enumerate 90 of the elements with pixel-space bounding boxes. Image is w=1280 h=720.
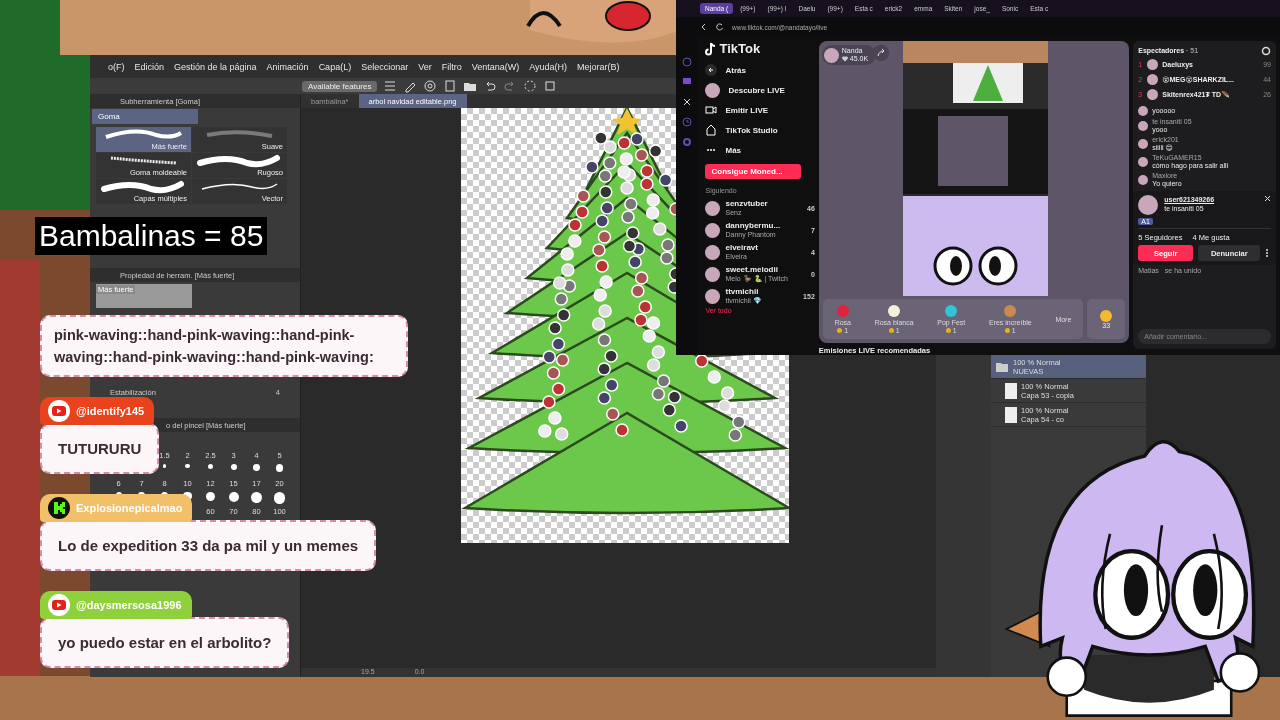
- chat-username: Explosionepicalmao: [76, 502, 183, 514]
- video-play-logo-icon: [48, 594, 70, 616]
- avatar: [705, 82, 721, 98]
- account-name[interactable]: senzvtuber: [725, 199, 802, 208]
- layer-thumbnail: [1005, 382, 1017, 399]
- brush-dot-icon: [228, 492, 239, 502]
- menu-item[interactable]: Capa(L): [318, 61, 352, 72]
- menu-item[interactable]: Ver: [418, 61, 432, 72]
- menu-item[interactable]: Gestión de la página: [174, 61, 257, 72]
- music-note-logo-icon: [705, 41, 718, 56]
- gift-icon[interactable]: [944, 304, 959, 318]
- brush-dot-icon: [230, 464, 237, 470]
- spiral-icon[interactable]: [423, 79, 438, 93]
- menu-item[interactable]: Filtro: [441, 61, 462, 72]
- subtool-group[interactable]: Goma: [92, 109, 198, 124]
- menu-item[interactable]: Ventana(W): [471, 61, 520, 72]
- avatar: [705, 244, 721, 260]
- brush-dot-icon: [251, 492, 262, 503]
- logo-text: TikTok: [719, 41, 761, 56]
- nav-item[interactable]: Más: [705, 140, 815, 160]
- logo-icon: [48, 497, 70, 519]
- heart-icon: [841, 56, 848, 62]
- chat-message: TUTURURU: [40, 423, 160, 474]
- brush-dot-icon: [185, 464, 190, 469]
- counter-label: Bambalinas = 85: [35, 217, 268, 255]
- chat-username: @daysmersosa1996: [76, 599, 182, 611]
- menu-item[interactable]: Seleccionar: [361, 61, 409, 72]
- menu-item[interactable]: Animación: [266, 61, 309, 72]
- avatar: [1147, 59, 1159, 70]
- nav-item[interactable]: Atrás: [705, 60, 815, 80]
- menu-item[interactable]: Edición: [134, 61, 165, 72]
- back-icon[interactable]: [700, 23, 708, 31]
- folder-icon: [995, 360, 1009, 373]
- video-play-logo-icon: [48, 400, 70, 422]
- account-name[interactable]: sweet.melodii: [725, 265, 806, 274]
- chat-icon[interactable]: [681, 77, 692, 87]
- close-icon[interactable]: [1264, 195, 1271, 202]
- clock-icon[interactable]: [681, 117, 692, 127]
- brush-dot-icon: [205, 492, 216, 502]
- loading-icon[interactable]: [523, 79, 538, 93]
- avatar: [1147, 89, 1159, 100]
- avatar: [1138, 139, 1149, 149]
- brush-dot-icon: [207, 464, 214, 470]
- avatar: [823, 47, 839, 63]
- coin-icon: [1100, 309, 1113, 322]
- coins-button[interactable]: Consigue Moned...: [705, 164, 802, 179]
- avatar: [1138, 175, 1149, 185]
- chat-message: pink-waving::hand-pink-waving::hand-pink-waving::hand-pink-waving::hand-pink-waving:: [40, 315, 408, 377]
- more-icon[interactable]: [1265, 248, 1270, 258]
- avatar: [1138, 121, 1149, 131]
- chat-username: @identify145: [76, 405, 145, 417]
- brush-dot-icon: [253, 464, 260, 471]
- coin-icon: [1004, 328, 1010, 333]
- avatar: [1147, 74, 1159, 85]
- avatar: [1138, 195, 1159, 215]
- home-icon: [705, 124, 718, 136]
- account-name[interactable]: dannybermu...: [725, 221, 806, 230]
- coin-icon: [837, 328, 843, 333]
- nav-item[interactable]: Descubre LIVE: [705, 80, 815, 100]
- avatar: [705, 288, 721, 304]
- notice-button[interactable]: Available features: [302, 80, 378, 92]
- account-name[interactable]: elveiravt: [725, 243, 806, 252]
- reload-icon[interactable]: [716, 23, 724, 31]
- gift-icon[interactable]: [887, 304, 902, 318]
- account-name[interactable]: ttvmichii: [725, 287, 799, 296]
- new-page-icon[interactable]: [443, 79, 458, 93]
- transform-icon[interactable]: [543, 79, 558, 93]
- menu-item[interactable]: Mejorar(B): [577, 61, 620, 72]
- video-camera-icon: [705, 104, 718, 116]
- speedometer-icon[interactable]: [681, 57, 692, 67]
- chat-message: yo puedo estar en el arbolito?: [40, 617, 290, 668]
- menu-item[interactable]: Ayuda(H): [529, 61, 568, 72]
- brush-dot-icon: [162, 464, 167, 468]
- avatar: [705, 200, 721, 216]
- avatar: [705, 222, 721, 238]
- layer-thumbnail: [1005, 406, 1017, 423]
- avatar: [705, 266, 721, 282]
- nav-item[interactable]: TikTok Studio: [705, 120, 815, 140]
- coin-icon: [945, 328, 951, 333]
- nav-item[interactable]: Emitir LIVE: [705, 100, 815, 120]
- menu-item[interactable]: o(F): [108, 61, 125, 72]
- x-icon[interactable]: [681, 97, 692, 107]
- back-icon: [705, 64, 718, 76]
- avatar: [1138, 157, 1149, 167]
- avatar: [1138, 106, 1149, 116]
- coin-icon: [888, 328, 894, 333]
- brush-dot-icon: [275, 464, 284, 472]
- brush-dot-icon: [273, 492, 286, 504]
- chat-message: Lo de expedition 33 da pa mil y un memes: [40, 520, 377, 571]
- menu-icon[interactable]: [383, 79, 398, 93]
